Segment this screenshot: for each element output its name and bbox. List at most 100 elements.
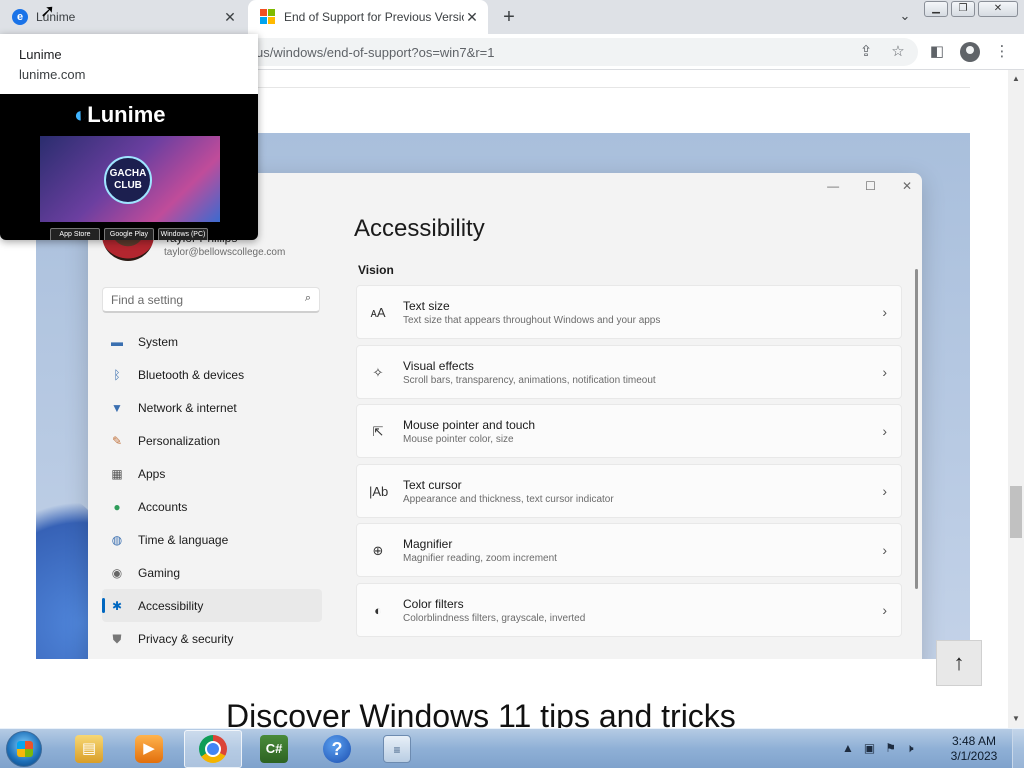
store-badges: App Store Google Play Windows (PC) xyxy=(50,228,208,240)
csharp-icon: C# xyxy=(260,735,288,763)
restore-button[interactable]: ❐ xyxy=(951,1,975,17)
pointer-icon: ⇱ xyxy=(372,424,384,439)
gacha-club-artwork: GACHA CLUB xyxy=(40,136,220,222)
clock-time: 3:48 AM xyxy=(951,734,997,748)
scrollbar-thumb[interactable] xyxy=(1010,486,1022,538)
clock-date: 3/1/2023 xyxy=(950,749,998,763)
back-to-top-button[interactable]: ↑ xyxy=(936,640,982,686)
page-scrollbar[interactable]: ▲ ▼ xyxy=(1008,70,1024,728)
settings-page-title: Accessibility xyxy=(354,215,485,242)
settings-window-screenshot: — ☐ ✕ Taylor Phillips taylor@bellowscoll… xyxy=(88,173,922,659)
card-visual-effects: ✧ Visual effects Scroll bars, transparency… xyxy=(356,344,902,399)
globe-icon: ◍ xyxy=(111,532,123,547)
card-subtitle: Text size that appears throughout Window… xyxy=(403,315,661,326)
bookmark-star-icon[interactable]: ☆ xyxy=(889,43,907,61)
card-title: Color filters xyxy=(403,596,464,611)
taskbar-chrome[interactable] xyxy=(184,730,242,768)
taskbar-clock[interactable]: 3:48 AM 3/1/2023 xyxy=(944,734,1004,764)
nav-item-network: ▼ Network & internet xyxy=(102,391,322,424)
show-desktop-button[interactable] xyxy=(1012,729,1024,768)
scroll-down-arrow-icon[interactable]: ▼ xyxy=(1008,712,1024,726)
taskbar-csharp[interactable]: C# xyxy=(245,730,303,768)
scroll-up-arrow-icon[interactable]: ▲ xyxy=(1008,72,1024,86)
chrome-icon xyxy=(199,735,227,763)
nav-label: Time & language xyxy=(138,532,229,547)
hover-card-preview: ◐Lunime GACHA CLUB App Store Google Play… xyxy=(0,94,258,240)
tab-strip: e Lunime ✕ End of Support for Previous V… xyxy=(0,0,1024,34)
close-icon[interactable]: ✕ xyxy=(464,9,480,25)
windows-pc-badge: Windows (PC) xyxy=(158,228,208,240)
url-text[interactable]: us/windows/end-of-support?os=win7&r=1 xyxy=(256,45,494,60)
card-title: Visual effects xyxy=(403,358,474,373)
taskbar-media-center[interactable]: ▶ xyxy=(120,730,178,768)
tab-search-button[interactable]: ⌄ xyxy=(896,8,914,26)
card-mouse-pointer: ⇱ Mouse pointer and touch Mouse pointer co… xyxy=(356,404,902,458)
window-controls: ▁ ❐ ✕ xyxy=(924,1,1018,17)
mouse-cursor-icon: ➚ xyxy=(40,1,56,21)
apps-icon: ▦ xyxy=(111,466,123,481)
brush-icon: ✎ xyxy=(111,433,123,448)
card-subtitle: Mouse pointer color, size xyxy=(403,434,514,445)
card-subtitle: Scroll bars, transparency, animations, n… xyxy=(403,374,656,386)
show-hidden-icons-icon[interactable]: ▲ xyxy=(842,741,854,756)
folder-icon: ▤ xyxy=(75,735,103,763)
side-panel-icon[interactable]: ◧ xyxy=(928,43,946,61)
nav-item-privacy: ⛊ Privacy & security xyxy=(102,622,322,655)
close-window-button[interactable]: ✕ xyxy=(978,1,1018,17)
app-store-badge: App Store xyxy=(50,228,100,240)
card-title: Text cursor xyxy=(403,477,462,492)
card-subtitle: Appearance and thickness, text cursor in… xyxy=(403,493,614,505)
nav-item-accessibility: ✱ Accessibility xyxy=(102,589,322,622)
action-center-flag-icon[interactable]: ⚑ xyxy=(885,741,896,756)
card-title: Magnifier xyxy=(403,537,453,551)
minimize-icon: — xyxy=(827,179,840,193)
start-button[interactable] xyxy=(6,731,42,767)
nav-item-personalization: ✎ Personalization xyxy=(102,424,322,457)
nav-label: System xyxy=(138,334,179,349)
tab-lunime[interactable]: e Lunime ✕ xyxy=(0,0,246,34)
taskbar-help[interactable]: ? xyxy=(308,730,366,768)
nav-item-system: ▬ System xyxy=(102,325,322,358)
new-tab-button[interactable]: + xyxy=(498,6,520,28)
tab-title: Lunime xyxy=(36,10,76,24)
section-heading-discover: Discover Windows 11 tips and tricks xyxy=(226,698,736,728)
close-icon[interactable]: ✕ xyxy=(222,9,238,25)
tab-end-of-support[interactable]: End of Support for Previous Versions of … xyxy=(248,0,488,34)
settings-window-controls: — ☐ ✕ xyxy=(827,179,912,193)
tab-title: End of Support for Previous Versions of … xyxy=(284,10,464,24)
maximize-icon: ☐ xyxy=(865,179,876,193)
card-title: Text size xyxy=(403,299,450,313)
hover-card-title: Lunime xyxy=(19,47,62,62)
sparkle-icon: ✧ xyxy=(372,364,384,380)
lunime-logo-icon: e xyxy=(12,9,28,25)
nav-label: Accessibility xyxy=(138,598,204,613)
volume-icon[interactable]: 🕨 xyxy=(906,741,914,756)
taskbar-file[interactable]: ≡ xyxy=(368,730,426,768)
chevron-right-icon: › xyxy=(882,542,887,558)
card-subtitle: Colorblindness filters, grayscale, inver… xyxy=(403,612,586,624)
nav-label: Network & internet xyxy=(138,400,237,415)
minimize-button[interactable]: ▁ xyxy=(924,1,948,17)
card-color-filters: ◐ Color filters Colorblindness filters, gr… xyxy=(356,582,902,637)
network-icon[interactable]: ▣ xyxy=(864,741,875,756)
profile-avatar-icon[interactable] xyxy=(960,42,980,62)
help-icon: ? xyxy=(323,735,351,763)
microsoft-logo-icon xyxy=(260,9,276,25)
lunime-logo-icon: ◐ xyxy=(74,102,88,127)
nav-item-gaming: ◉ Gaming xyxy=(102,556,322,589)
taskbar-explorer[interactable]: ▤ xyxy=(60,730,118,768)
menu-kebab-icon[interactable]: ⋮ xyxy=(993,43,1011,61)
close-icon: ✕ xyxy=(901,179,912,193)
system-tray: ▲ ▣ ⚑ 🕨 xyxy=(842,741,914,756)
card-subtitle: Magnifier reading, zoom increment xyxy=(403,553,557,564)
account-icon: ● xyxy=(113,499,121,514)
card-text-size: ᴀA Text size Text size that appears throug… xyxy=(356,285,902,339)
nav-label: Privacy & security xyxy=(138,631,234,646)
section-heading: Vision xyxy=(358,263,394,277)
text-size-icon: ᴀA xyxy=(370,305,386,320)
share-icon[interactable]: ⇪ xyxy=(857,43,875,61)
document-icon: ≡ xyxy=(383,735,411,763)
accessibility-icon: ✱ xyxy=(111,598,123,613)
chevron-right-icon: › xyxy=(882,304,887,320)
nav-item-time-language: ◍ Time & language xyxy=(102,523,322,556)
